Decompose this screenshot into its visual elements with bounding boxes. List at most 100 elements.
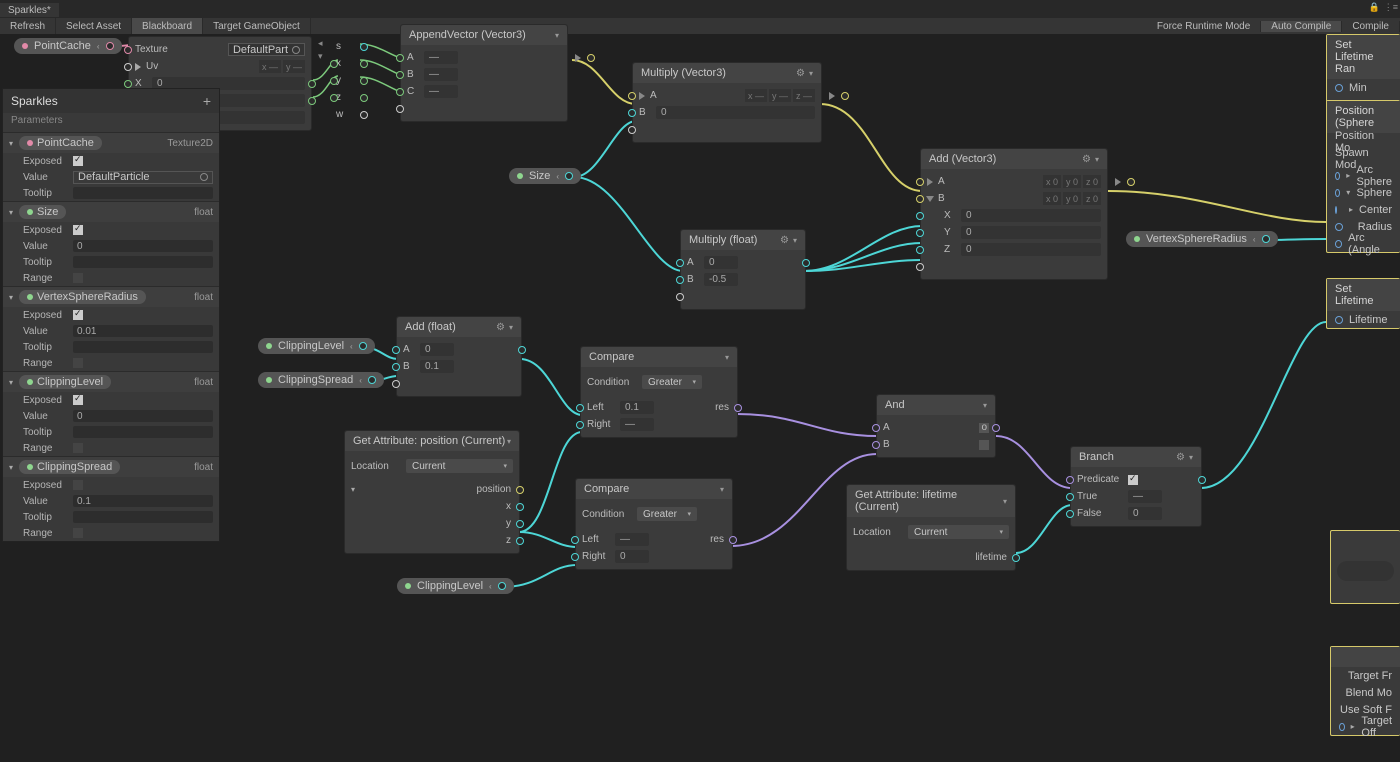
port-in[interactable]	[1335, 240, 1342, 248]
exposed-checkbox[interactable]	[73, 156, 83, 166]
tooltip-field[interactable]	[73, 426, 213, 438]
pill-size[interactable]: Size ‹	[509, 168, 581, 184]
context-empty-block[interactable]	[1330, 530, 1400, 604]
port-in[interactable]	[396, 88, 404, 96]
port-in[interactable]	[1335, 316, 1343, 324]
blackboard-button[interactable]: Blackboard	[132, 18, 203, 34]
param-header[interactable]: ▾ Size float	[3, 202, 219, 222]
location-dropdown[interactable]: Current	[908, 525, 1009, 539]
lock-icon[interactable]: 🔒	[1369, 2, 1380, 13]
predicate-checkbox[interactable]	[1128, 475, 1138, 485]
false-field[interactable]: 0	[1128, 507, 1162, 520]
port-out[interactable]	[1262, 235, 1270, 243]
pill-pointcache[interactable]: PointCache ‹	[14, 38, 122, 54]
a-field[interactable]: 0	[704, 256, 738, 269]
target-gameobject-button[interactable]: Target GameObject	[203, 18, 311, 34]
pill-clippinglevel-2[interactable]: ClippingLevel ‹	[397, 578, 514, 594]
tab-sparkles[interactable]: Sparkles*	[0, 3, 59, 17]
node-get-position[interactable]: Get Attribute: position (Current)▾ Locat…	[344, 430, 520, 554]
port-out[interactable]	[516, 537, 524, 545]
foldout-icon[interactable]: ▸	[1351, 722, 1356, 731]
port-out[interactable]	[1127, 178, 1135, 186]
node-get-lifetime[interactable]: Get Attribute: lifetime (Current)▾ Locat…	[846, 484, 1016, 571]
tooltip-field[interactable]	[73, 187, 213, 199]
node-and[interactable]: And▾ A o B	[876, 394, 996, 458]
port-in[interactable]	[330, 77, 338, 85]
field[interactable]: —	[424, 51, 458, 64]
port-in[interactable]	[1066, 476, 1074, 484]
node-branch[interactable]: Branch⚙▾ Predicate True— False0	[1070, 446, 1202, 527]
node-multiply-float[interactable]: Multiply (float)⚙▾ A0 B-0.5	[680, 229, 806, 310]
force-runtime-button[interactable]: Force Runtime Mode	[1147, 21, 1261, 32]
context-position-sphere[interactable]: Position (Sphere Position Mo Spawn Mod ▸…	[1326, 100, 1400, 253]
port-in[interactable]	[396, 54, 404, 62]
port-out[interactable]	[734, 404, 742, 412]
port-in[interactable]	[1335, 84, 1343, 92]
a-field[interactable]: 0	[420, 343, 454, 356]
gear-icon[interactable]: ⚙	[492, 322, 509, 333]
foldout-icon[interactable]: ▸	[1349, 205, 1353, 214]
port-in[interactable]	[916, 246, 924, 254]
right-field[interactable]: —	[620, 418, 654, 431]
value-field[interactable]: 0.01	[73, 325, 213, 337]
port-in[interactable]	[676, 293, 684, 301]
port-in[interactable]	[916, 195, 924, 203]
node-add-float[interactable]: Add (float)⚙▾ A0 B0.1	[396, 316, 522, 397]
port-in[interactable]	[628, 126, 636, 134]
gear-icon[interactable]: ⚙	[1172, 452, 1189, 463]
b-field[interactable]: 0	[656, 106, 815, 119]
port-in[interactable]	[916, 263, 924, 271]
value-field[interactable]: 0	[73, 240, 213, 252]
y-field[interactable]: 0	[961, 226, 1101, 239]
port-out[interactable]	[360, 77, 368, 85]
exposed-checkbox[interactable]	[73, 480, 83, 490]
port-in[interactable]	[872, 441, 880, 449]
exposed-checkbox[interactable]	[73, 310, 83, 320]
chevron-down-icon[interactable]: ▾	[507, 437, 511, 446]
menu-icon[interactable]: ⋮≡	[1384, 2, 1398, 13]
port-in[interactable]	[571, 553, 579, 561]
context-output-block[interactable]: Target Fr Blend Mo Use Soft F ▸Target Of…	[1330, 646, 1400, 736]
chevron-down-icon[interactable]: ▾	[793, 236, 797, 245]
port-out[interactable]	[516, 503, 524, 511]
chevron-down-icon[interactable]: ▾	[1095, 155, 1099, 164]
port-in[interactable]	[396, 105, 404, 113]
pill-clippingspread[interactable]: ClippingSpread ‹	[258, 372, 384, 388]
port-out[interactable]	[360, 43, 368, 51]
pill-vertexsphereradius[interactable]: VertexSphereRadius ‹	[1126, 231, 1278, 247]
node-appendvector[interactable]: AppendVector (Vector3)▾ A— B— C—	[400, 24, 568, 122]
port-out[interactable]	[106, 42, 114, 50]
tooltip-field[interactable]	[73, 341, 213, 353]
pill-clippinglevel[interactable]: ClippingLevel ‹	[258, 338, 375, 354]
right-field[interactable]: 0	[615, 550, 649, 563]
object-picker-icon[interactable]	[200, 173, 208, 181]
condition-dropdown[interactable]: Greater	[637, 507, 697, 521]
port-in[interactable]	[571, 536, 579, 544]
range-checkbox[interactable]	[73, 358, 83, 368]
chevron-down-icon[interactable]: ▾	[509, 323, 513, 332]
b-field[interactable]: -0.5	[704, 273, 738, 286]
chevron-down-icon[interactable]: ▾	[725, 353, 729, 362]
context-set-lifetime[interactable]: Set Lifetime Lifetime	[1326, 278, 1400, 329]
port-in[interactable]	[1335, 172, 1340, 180]
chevron-down-icon[interactable]: ▾	[1189, 453, 1193, 462]
auto-compile-button[interactable]: Auto Compile	[1261, 21, 1342, 32]
port-in[interactable]	[1339, 723, 1345, 731]
port-in[interactable]	[916, 229, 924, 237]
port-out[interactable]	[308, 80, 316, 88]
range-checkbox[interactable]	[73, 528, 83, 538]
range-checkbox[interactable]	[73, 273, 83, 283]
port-in[interactable]	[396, 71, 404, 79]
location-dropdown[interactable]: Current	[406, 459, 513, 473]
port-out[interactable]	[802, 259, 810, 267]
port-in[interactable]	[916, 178, 924, 186]
port-out[interactable]	[1198, 476, 1206, 484]
chevron-down-icon[interactable]: ▾	[983, 401, 987, 410]
field[interactable]: —	[424, 85, 458, 98]
compile-button[interactable]: Compile	[1342, 21, 1400, 32]
range-checkbox[interactable]	[73, 443, 83, 453]
chevron-down-icon[interactable]: ▾	[318, 51, 323, 62]
port-in[interactable]	[392, 380, 400, 388]
port-out[interactable]	[498, 582, 506, 590]
port-in[interactable]	[576, 404, 584, 412]
